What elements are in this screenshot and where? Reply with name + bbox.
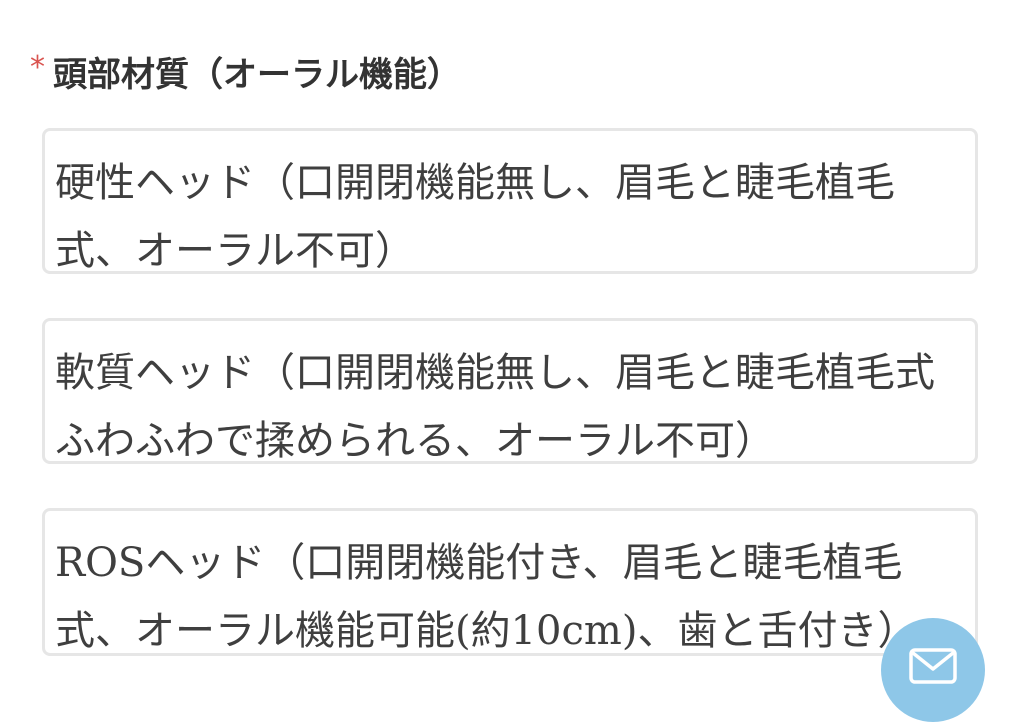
field-label: * 頭部材質（オーラル機能） <box>30 46 461 96</box>
field-label-text: 頭部材質（オーラル機能） <box>53 54 461 95</box>
contact-mail-button[interactable] <box>881 618 985 722</box>
option-card-ros-head[interactable]: ROSヘッド（口開閉機能付き、眉毛と睫毛植毛式、オーラル機能可能(約10cm)、… <box>42 508 978 656</box>
mail-icon <box>909 648 957 684</box>
required-mark: * <box>30 49 45 85</box>
option-label: 硬性ヘッド（口開閉機能無し、眉毛と睫毛植毛式、オーラル不可） <box>55 160 895 274</box>
option-label: 軟質ヘッド（口開閉機能無し、眉毛と睫毛植毛式ふわふわで揉められる、オーラル不可） <box>55 350 935 464</box>
option-label: ROSヘッド（口開閉機能付き、眉毛と睫毛植毛式、オーラル機能可能(約10cm)、… <box>55 540 918 654</box>
option-card-hard-head[interactable]: 硬性ヘッド（口開閉機能無し、眉毛と睫毛植毛式、オーラル不可） <box>42 128 978 274</box>
option-card-soft-head[interactable]: 軟質ヘッド（口開閉機能無し、眉毛と睫毛植毛式ふわふわで揉められる、オーラル不可） <box>42 318 978 464</box>
